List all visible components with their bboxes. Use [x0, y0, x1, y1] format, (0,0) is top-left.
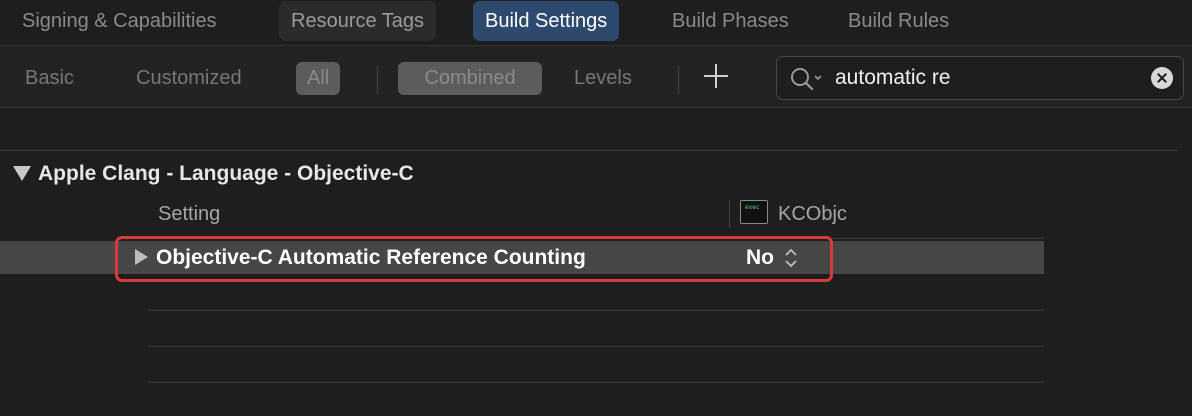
filter-divider [377, 66, 378, 94]
section-title[interactable]: Apple Clang - Language - Objective-C [38, 160, 414, 188]
tab-build-settings[interactable]: Build Settings [473, 1, 620, 41]
column-header-target: KCObjc [778, 203, 847, 225]
add-setting-plus-icon[interactable] [702, 62, 730, 90]
tab-build-phases[interactable]: Build Phases [660, 1, 801, 41]
clear-search-icon[interactable] [1151, 67, 1173, 89]
tab-resource-tags[interactable]: Resource Tags [279, 1, 437, 41]
editor-tab-bar: Signing & Capabilities Resource Tags Bui… [0, 0, 1192, 46]
search-input[interactable]: automatic re [835, 57, 951, 99]
section-disclosure-icon[interactable] [13, 166, 31, 181]
search-field[interactable]: automatic re [776, 56, 1184, 100]
filter-divider [678, 66, 679, 94]
column-divider [729, 200, 730, 228]
filter-basic[interactable]: Basic [14, 62, 85, 95]
row-divider [148, 310, 1044, 311]
filter-levels[interactable]: Levels [563, 62, 643, 95]
search-icon[interactable] [789, 66, 825, 92]
tab-signing-capabilities[interactable]: Signing & Capabilities [10, 1, 229, 41]
filter-combined[interactable]: Combined [398, 62, 542, 95]
target-icon-text: exec [745, 204, 760, 211]
filter-customized[interactable]: Customized [125, 62, 253, 95]
filter-all[interactable]: All [296, 62, 341, 95]
row-divider [148, 382, 1044, 383]
terminal-target-icon: exec [740, 200, 768, 224]
content-divider [0, 150, 1178, 151]
row-divider [148, 346, 1044, 347]
column-header-setting: Setting [158, 203, 221, 225]
highlight-annotation [115, 236, 833, 282]
tab-build-rules[interactable]: Build Rules [836, 1, 961, 41]
